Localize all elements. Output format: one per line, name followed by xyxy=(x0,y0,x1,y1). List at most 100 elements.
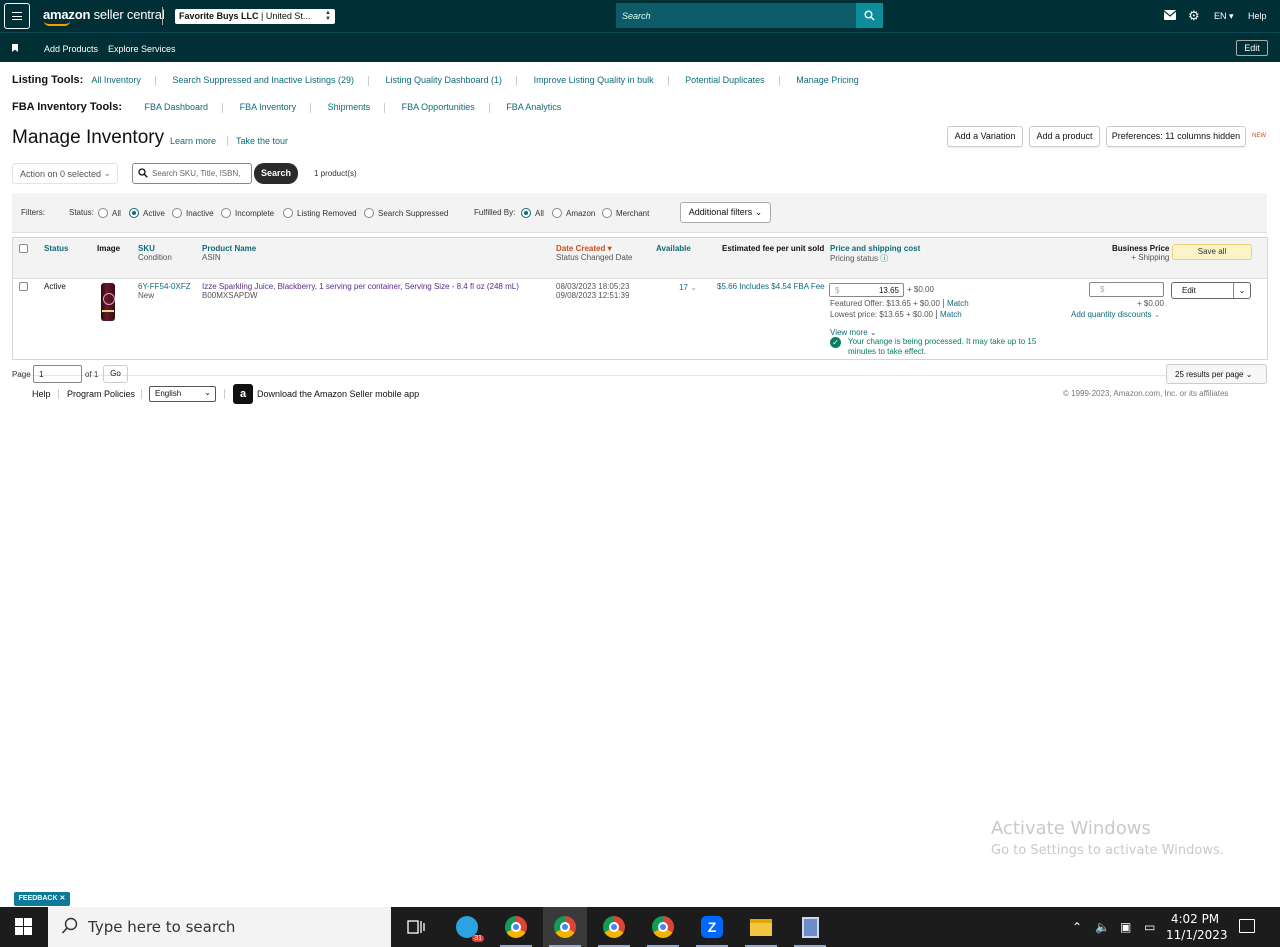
taskbar-search-input[interactable]: Type here to search xyxy=(48,907,391,947)
bookmark-bar: Add Products Explore Services Edit xyxy=(0,32,1280,62)
seller-central-logo[interactable]: amazon seller central xyxy=(43,7,165,22)
col-available[interactable]: Available xyxy=(656,244,691,253)
row-available[interactable]: 17 ⌄ xyxy=(679,283,697,292)
zalo-app-icon[interactable]: Z xyxy=(690,907,734,947)
view-more-link[interactable]: View more ⌄ xyxy=(830,328,877,337)
notification-center-icon[interactable] xyxy=(1239,919,1255,933)
price-input[interactable]: $13.65 xyxy=(829,283,904,297)
match-featured-link[interactable]: Match xyxy=(947,299,969,308)
tool-manage-pricing[interactable]: Manage Pricing xyxy=(796,75,859,85)
chrome-app-icon-3[interactable] xyxy=(592,907,636,947)
global-search-button[interactable] xyxy=(856,3,883,28)
clock-time: 4:02 PM xyxy=(1170,912,1220,926)
info-icon[interactable]: ⓘ xyxy=(880,254,888,263)
chrome-app-icon-1[interactable] xyxy=(494,907,538,947)
save-all-button[interactable]: Save all xyxy=(1172,244,1252,260)
mail-icon[interactable] xyxy=(1164,10,1176,20)
tool-all-inventory[interactable]: All Inventory xyxy=(91,75,141,85)
tool-search-suppressed[interactable]: Search Suppressed and Inactive Listings … xyxy=(172,75,354,85)
fba-opportunities-link[interactable]: FBA Opportunities xyxy=(402,102,475,112)
add-quantity-discounts-link[interactable]: Add quantity discounts ⌄ xyxy=(1071,310,1160,319)
activate-windows-subtitle: Go to Settings to activate Windows. xyxy=(991,843,1224,858)
footer-language-select[interactable]: English ⌄ xyxy=(149,386,216,402)
add-product-button[interactable]: Add a product xyxy=(1029,126,1100,147)
inventory-search-input[interactable]: Search SKU, Title, ISBN, xyxy=(132,163,252,184)
learn-more-link[interactable]: Learn more xyxy=(170,136,216,146)
results-per-page-dropdown[interactable]: 25 results per page ⌄ xyxy=(1166,364,1267,384)
status-filter-active[interactable]: Active xyxy=(129,208,165,218)
preferences-button[interactable]: Preferences: 11 columns hidden xyxy=(1106,126,1246,147)
product-image[interactable] xyxy=(101,283,115,321)
fulfilled-filter-merchant[interactable]: Merchant xyxy=(602,208,649,218)
inventory-search-button[interactable]: Search xyxy=(254,163,298,184)
col-product-name[interactable]: Product Name ASIN xyxy=(202,244,256,262)
fba-dashboard-link[interactable]: FBA Dashboard xyxy=(145,102,209,112)
chrome-app-icon-2[interactable] xyxy=(543,907,587,947)
match-lowest-link[interactable]: Match xyxy=(940,310,962,319)
meet-now-icon[interactable]: ▣ xyxy=(1120,920,1131,934)
status-filter-inactive[interactable]: Inactive xyxy=(172,208,214,218)
clock-date: 11/1/2023 xyxy=(1166,928,1228,942)
download-app-link[interactable]: Download the Amazon Seller mobile app xyxy=(257,389,419,399)
select-all-checkbox[interactable] xyxy=(19,244,28,253)
fba-analytics-link[interactable]: FBA Analytics xyxy=(506,102,561,112)
gear-icon[interactable]: ⚙ xyxy=(1188,8,1200,24)
row-action-dropdown[interactable]: Edit ⌄ xyxy=(1171,282,1251,299)
tool-potential-duplicates[interactable]: Potential Duplicates xyxy=(685,75,765,85)
taskbar-clock[interactable]: 4:02 PM 11/1/2023 xyxy=(1166,911,1228,943)
help-link[interactable]: Help xyxy=(1248,11,1267,21)
tool-improve-quality[interactable]: Improve Listing Quality in bulk xyxy=(534,75,654,85)
filters-label: Filters: xyxy=(21,208,45,217)
bookmark-icon[interactable] xyxy=(12,44,18,52)
col-date-created[interactable]: Date Created ▾ Status Changed Date xyxy=(556,244,633,262)
additional-filters-button[interactable]: Additional filters ⌄ xyxy=(680,202,771,223)
store-selector[interactable]: Favorite Buys LLC | United St... ▲ ▼ xyxy=(175,9,335,24)
row-estimated-fee[interactable]: $5.66 Includes $4.54 FBA Fee xyxy=(717,282,825,291)
telegram-app-icon[interactable]: 31 xyxy=(445,907,489,947)
global-search-input[interactable]: Search xyxy=(616,3,856,28)
row-condition: New xyxy=(138,291,155,300)
add-products-link[interactable]: Add Products xyxy=(44,44,98,54)
row-asin: B00MXSAPDW xyxy=(202,291,258,300)
fba-shipments-link[interactable]: Shipments xyxy=(328,102,371,112)
status-filter-listing-removed[interactable]: Listing Removed xyxy=(283,208,357,218)
bulk-action-dropdown[interactable]: Action on 0 selected ⌄ xyxy=(12,163,118,184)
status-filter-search-suppressed[interactable]: Search Suppressed xyxy=(364,208,448,218)
radio-icon xyxy=(172,208,182,218)
row-checkbox[interactable] xyxy=(19,282,28,291)
calculator-app-icon[interactable] xyxy=(788,907,832,947)
fulfilled-filter-amazon[interactable]: Amazon xyxy=(552,208,595,218)
go-button[interactable]: Go xyxy=(103,365,128,383)
status-filter-all[interactable]: All xyxy=(98,208,121,218)
take-tour-link[interactable]: Take the tour xyxy=(236,136,288,146)
status-filter-incomplete[interactable]: Incomplete xyxy=(221,208,274,218)
amazon-app-icon[interactable]: a xyxy=(233,384,253,404)
tool-listing-quality[interactable]: Listing Quality Dashboard (1) xyxy=(385,75,502,85)
edit-bookmarks-button[interactable]: Edit xyxy=(1236,40,1268,56)
task-view-icon[interactable] xyxy=(394,907,438,947)
radio-selected-icon xyxy=(129,208,139,218)
program-policies-link[interactable]: Program Policies xyxy=(67,389,135,399)
file-explorer-icon[interactable] xyxy=(739,907,783,947)
add-variation-button[interactable]: Add a Variation xyxy=(947,126,1023,147)
chrome-app-icon-4[interactable] xyxy=(641,907,685,947)
footer-help-link[interactable]: Help xyxy=(32,389,51,399)
col-status[interactable]: Status xyxy=(44,244,68,253)
row-product-name[interactable]: Izze Sparkling Juice, Blackberry, 1 serv… xyxy=(202,282,519,291)
chevron-up-icon[interactable]: ⌃ xyxy=(1072,920,1082,934)
volume-icon[interactable]: 🔈 xyxy=(1095,920,1110,934)
row-sku[interactable]: 6Y-FF54-0XFZ xyxy=(138,282,191,291)
network-icon[interactable]: ▭ xyxy=(1144,920,1155,934)
fba-inventory-link[interactable]: FBA Inventory xyxy=(240,102,297,112)
store-region: United St... xyxy=(265,11,311,21)
language-selector[interactable]: EN ▾ xyxy=(1214,11,1234,22)
page-number-input[interactable]: 1 xyxy=(33,365,82,383)
col-price[interactable]: Price and shipping cost Pricing status ⓘ xyxy=(830,244,920,264)
hamburger-menu-button[interactable] xyxy=(4,3,30,29)
feedback-button[interactable]: FEEDBACK ✕ xyxy=(14,892,70,906)
col-sku[interactable]: SKU Condition xyxy=(138,244,172,262)
business-price-input[interactable]: $ xyxy=(1089,282,1164,297)
windows-start-icon[interactable] xyxy=(15,918,32,935)
fulfilled-filter-all[interactable]: All xyxy=(521,208,544,218)
explore-services-link[interactable]: Explore Services xyxy=(108,44,176,54)
